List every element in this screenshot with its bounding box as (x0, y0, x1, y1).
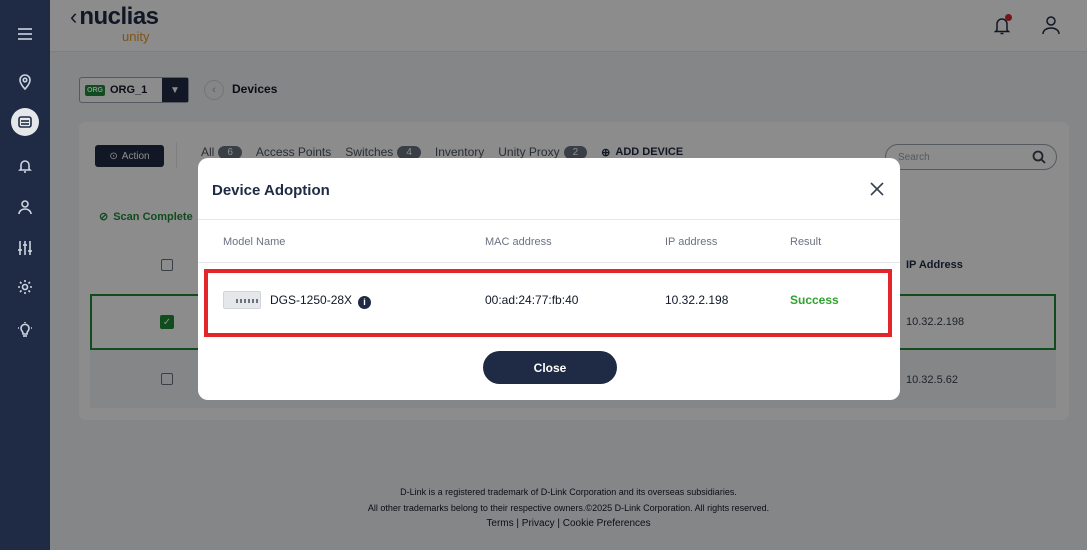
modal-title: Device Adoption (212, 182, 330, 199)
bulb-icon[interactable] (13, 318, 37, 342)
divider (198, 262, 900, 263)
user-icon[interactable] (13, 195, 37, 219)
sidebar (0, 0, 50, 550)
devices-icon[interactable] (11, 108, 39, 136)
highlight-box (204, 269, 892, 337)
gear-icon[interactable] (13, 275, 37, 299)
model-name-header: Model Name (223, 236, 286, 248)
divider (198, 219, 900, 220)
device-adoption-modal: Device Adoption Model Name MAC address I… (198, 158, 900, 400)
mac-address-header: MAC address (485, 236, 552, 248)
bell-icon[interactable] (13, 154, 37, 178)
close-button[interactable]: Close (483, 351, 617, 384)
close-icon[interactable] (868, 180, 886, 198)
sliders-icon[interactable] (13, 236, 37, 260)
result-header: Result (790, 236, 822, 248)
ip-address-header: IP address (665, 236, 718, 248)
menu-icon[interactable] (13, 22, 37, 46)
location-icon[interactable] (13, 70, 37, 94)
